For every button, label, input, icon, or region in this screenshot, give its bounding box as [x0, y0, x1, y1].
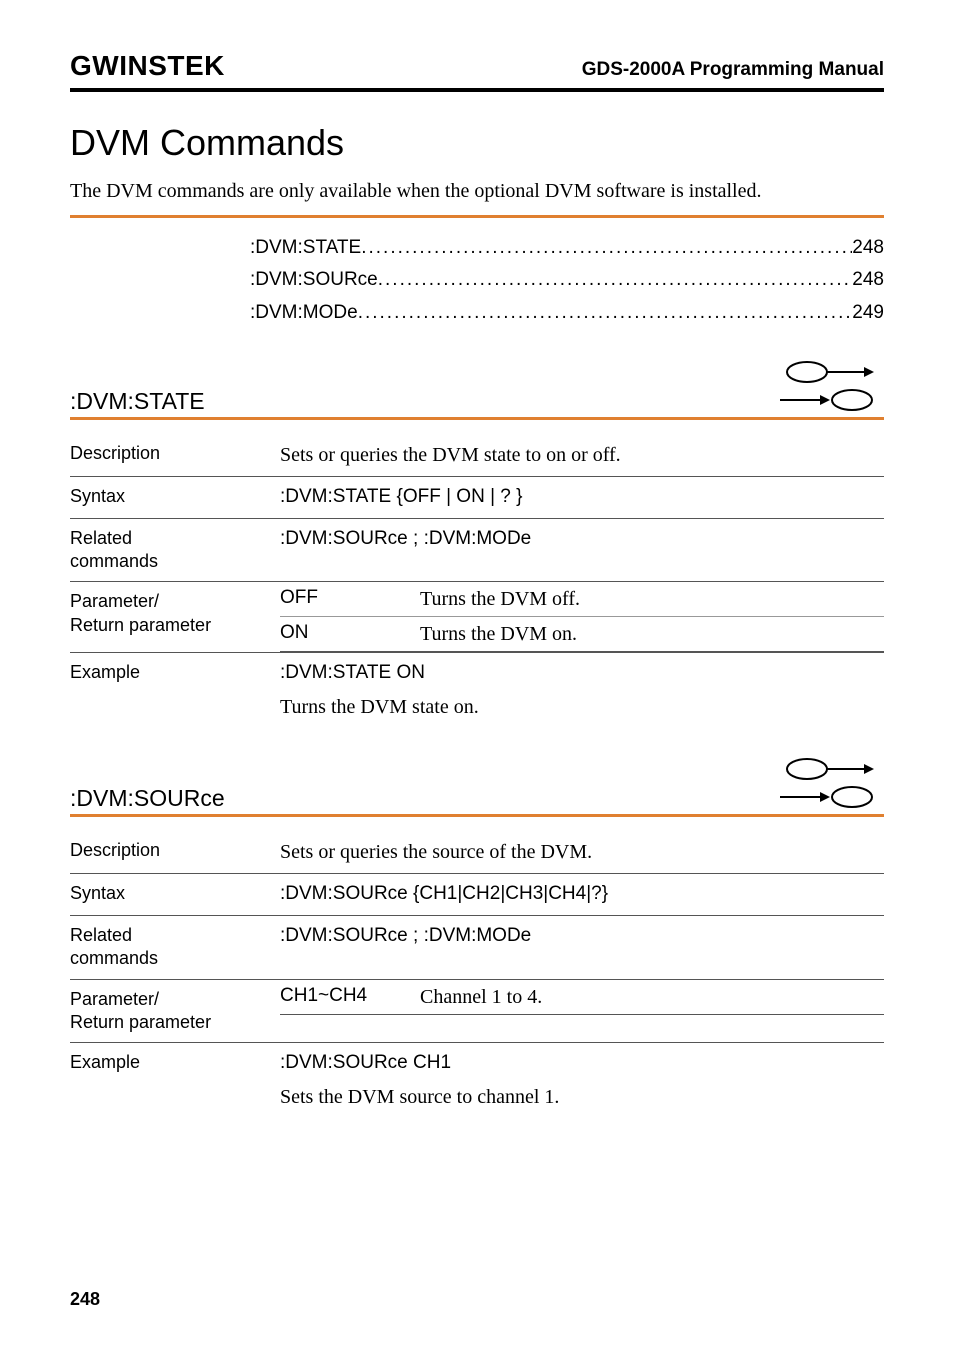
param-val: Channel 1 to 4.: [420, 980, 884, 1015]
param-val: Turns the DVM off.: [420, 582, 884, 617]
example-command: :DVM:SOURce CH1: [280, 1051, 878, 1076]
divider: [70, 215, 884, 218]
param-table: OFF Turns the DVM off. ON Turns the DVM …: [280, 582, 884, 652]
brand-logo: GWINSTEK: [70, 50, 225, 82]
example-description: Turns the DVM state on.: [280, 694, 878, 720]
section-intro: The DVM commands are only available when…: [70, 178, 884, 205]
set-query-icon: [774, 359, 884, 415]
toc-label: :DVM:MODe: [250, 297, 358, 329]
toc-page: 248: [852, 232, 884, 264]
example-command: :DVM:STATE ON: [280, 661, 878, 686]
row-value: :DVM:STATE {OFF | ON | ? }: [280, 476, 884, 518]
toc-page: 248: [852, 264, 884, 296]
toc-row: :DVM:STATE .............................…: [250, 232, 884, 264]
param-table: CH1~CH4 Channel 1 to 4.: [280, 980, 884, 1015]
toc-label: :DVM:SOURce: [250, 264, 378, 296]
command-header: :DVM:SOURce: [70, 756, 884, 812]
toc-dots: ........................................…: [358, 297, 853, 329]
param-val: Turns the DVM on.: [420, 617, 884, 652]
row-label: Parameter/Return parameter: [70, 979, 280, 1043]
row-value: Sets or queries the source of the DVM.: [280, 831, 884, 874]
row-label: Example: [70, 653, 280, 728]
row-value: :DVM:SOURce ; :DVM:MODe: [280, 518, 884, 582]
row-value: :DVM:SOURce CH1 Sets the DVM source to c…: [280, 1043, 884, 1118]
definition-table: Description Sets or queries the DVM stat…: [70, 434, 884, 728]
row-label: Syntax: [70, 476, 280, 518]
row-label: Example: [70, 1043, 280, 1118]
row-label: Description: [70, 831, 280, 874]
divider: [70, 814, 884, 817]
param-key: OFF: [280, 582, 420, 617]
toc-dots: ........................................…: [361, 232, 852, 264]
page-header: GWINSTEK GDS-2000A Programming Manual: [70, 50, 884, 92]
section-title: DVM Commands: [70, 122, 884, 164]
manual-title: GDS-2000A Programming Manual: [582, 59, 884, 81]
toc-row: :DVM:SOURce ............................…: [250, 264, 884, 296]
divider: [70, 417, 884, 420]
command-header: :DVM:STATE: [70, 359, 884, 415]
page-number: 248: [70, 1289, 100, 1310]
example-description: Sets the DVM source to channel 1.: [280, 1084, 878, 1110]
param-key: ON: [280, 617, 420, 652]
param-key: CH1~CH4: [280, 980, 420, 1015]
row-value: :DVM:SOURce ; :DVM:MODe: [280, 915, 884, 979]
toc-dots: ........................................…: [378, 264, 853, 296]
row-label: Description: [70, 434, 280, 477]
set-query-icon: [774, 756, 884, 812]
toc-page: 249: [852, 297, 884, 329]
row-label: Syntax: [70, 874, 280, 916]
row-value: :DVM:STATE ON Turns the DVM state on.: [280, 653, 884, 728]
command-name: :DVM:SOURce: [70, 785, 225, 812]
toc-row: :DVM:MODe ..............................…: [250, 297, 884, 329]
row-value: Sets or queries the DVM state to on or o…: [280, 434, 884, 477]
row-value: :DVM:SOURce {CH1|CH2|CH3|CH4|?}: [280, 874, 884, 916]
row-label: Parameter/Return parameter: [70, 582, 280, 653]
definition-table: Description Sets or queries the source o…: [70, 831, 884, 1118]
toc-label: :DVM:STATE: [250, 232, 361, 264]
toc: :DVM:STATE .............................…: [250, 232, 884, 329]
command-name: :DVM:STATE: [70, 388, 205, 415]
row-label: Relatedcommands: [70, 915, 280, 979]
row-label: Relatedcommands: [70, 518, 280, 582]
